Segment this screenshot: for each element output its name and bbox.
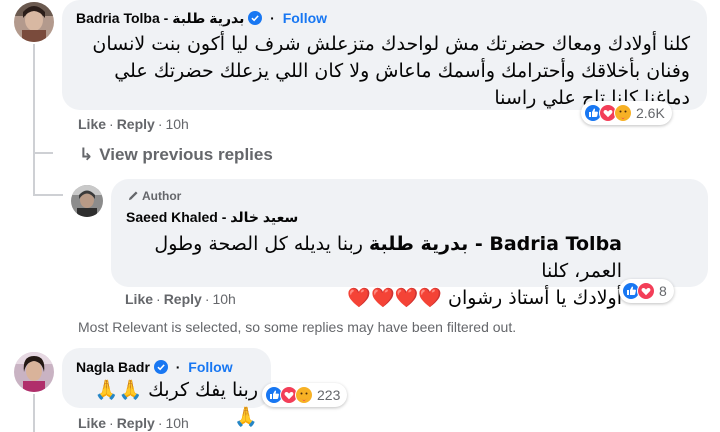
follow-button[interactable]: Follow xyxy=(283,10,327,26)
reply-button[interactable]: Reply xyxy=(117,116,155,132)
follow-button[interactable]: Follow xyxy=(188,359,232,375)
thread-line-vertical xyxy=(33,394,35,432)
comment-actions-nagla: Like · Reply · 10h xyxy=(78,415,189,431)
like-button[interactable]: Like xyxy=(78,415,106,431)
thread-line-branch xyxy=(33,152,53,154)
pen-icon xyxy=(128,191,138,201)
reaction-summary-saeed[interactable]: 8 xyxy=(619,279,674,303)
thread-line-vertical xyxy=(33,44,35,194)
thread-line-branch xyxy=(33,194,63,196)
reaction-count: 2.6K xyxy=(636,105,665,121)
separator-dot: · xyxy=(270,10,275,26)
care-icon xyxy=(614,104,632,122)
author-badge: Author xyxy=(128,189,181,203)
mention-badria[interactable]: Badria Tolba - بدرية طلبة xyxy=(369,233,622,255)
comment-header-badria: Badria Tolba - بدرية طلبة · Follow xyxy=(76,10,327,27)
like-button[interactable]: Like xyxy=(125,291,153,307)
reaction-count: 8 xyxy=(659,283,667,299)
view-previous-replies-link[interactable]: ↳ View previous replies xyxy=(79,145,273,165)
author-badge-label: Author xyxy=(142,189,182,203)
verified-badge-icon xyxy=(153,360,168,374)
care-icon xyxy=(295,386,313,404)
reply-button[interactable]: Reply xyxy=(117,415,155,431)
avatar-saeed[interactable] xyxy=(71,185,103,217)
reaction-summary-nagla[interactable]: 223 xyxy=(262,383,348,407)
separator-dot: · xyxy=(175,359,181,375)
author-name[interactable]: Nagla Badr xyxy=(76,359,150,375)
comment-header-nagla: Nagla Badr · Follow xyxy=(76,359,233,375)
reply-actions-saeed: Like · Reply · 10h xyxy=(125,291,236,307)
reply-text-line: Badria Tolba - بدرية طلبة ربنا يديله كل … xyxy=(126,231,622,285)
reply-button[interactable]: Reply xyxy=(164,291,202,307)
filter-note: Most Relevant is selected, so some repli… xyxy=(78,319,517,335)
view-previous-replies-label: View previous replies xyxy=(99,145,273,164)
reaction-summary-badria[interactable]: 2.6K xyxy=(581,101,672,125)
avatar-nagla[interactable] xyxy=(14,352,54,392)
reply-author-name[interactable]: Saeed Khaled - سعيد خالد xyxy=(126,209,298,226)
comment-text-badria: كلنا أولادك ومعاك حضرتك مش لواحدك متزعلش… xyxy=(80,31,690,112)
love-icon xyxy=(637,282,655,300)
avatar-badria[interactable] xyxy=(14,2,54,42)
reply-arrow-icon: ↳ xyxy=(79,145,94,164)
timestamp[interactable]: 10h xyxy=(165,116,188,132)
timestamp[interactable]: 10h xyxy=(212,291,235,307)
verified-badge-icon xyxy=(248,11,263,25)
author-name[interactable]: Badria Tolba - بدرية طلبة xyxy=(76,10,244,26)
comment-text-line: وفنان بأخلاقك وأحترامك وأسمك ماعاش ولا ك… xyxy=(114,60,690,82)
like-button[interactable]: Like xyxy=(78,116,106,132)
timestamp[interactable]: 10h xyxy=(165,415,188,431)
comment-actions-badria: Like · Reply · 10h xyxy=(78,116,189,132)
reaction-count: 223 xyxy=(317,387,341,403)
comment-text-line: كلنا أولادك ومعاك حضرتك مش لواحدك متزعلش… xyxy=(92,33,690,55)
